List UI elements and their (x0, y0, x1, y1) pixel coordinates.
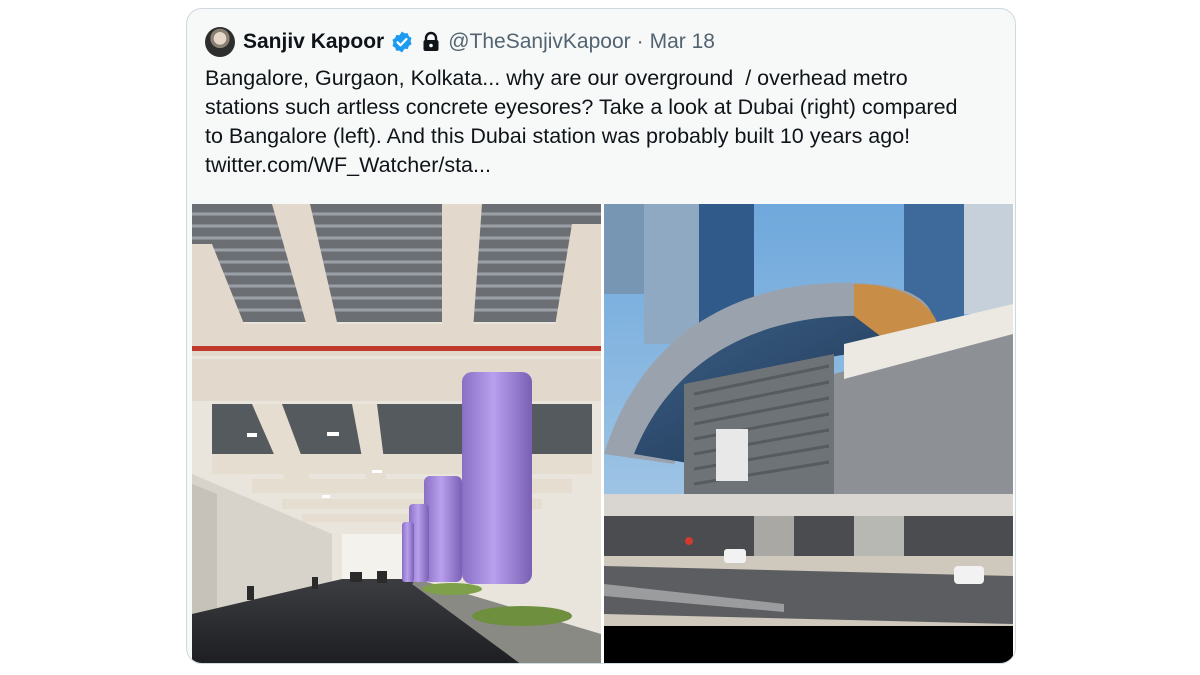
tweet-text-line: Bangalore, Gurgaon, Kolkata... why are o… (205, 66, 908, 90)
tweet-header: Sanjiv Kapoor @TheSanjivKapoor · Mar 18 (205, 27, 715, 57)
quoted-tweet-card[interactable]: Sanjiv Kapoor @TheSanjivKapoor · Mar 18 … (186, 8, 1016, 664)
tweet-media (192, 204, 1014, 663)
tweet-text-line: to Bangalore (left). And this Dubai stat… (205, 124, 911, 148)
tweet-text: Bangalore, Gurgaon, Kolkata... why are o… (205, 64, 1005, 180)
author-name[interactable]: Sanjiv Kapoor (243, 30, 384, 54)
dubai-metro-photo[interactable] (604, 204, 1013, 663)
bangalore-metro-photo[interactable] (192, 204, 601, 663)
author-avatar[interactable] (205, 27, 235, 57)
tweet-text-line: stations such artless concrete eyesores?… (205, 95, 958, 119)
verified-badge-icon (390, 30, 414, 54)
author-handle[interactable]: @TheSanjivKapoor (448, 30, 630, 54)
tweet-link[interactable]: twitter.com/WF_Watcher/sta... (205, 151, 1005, 180)
separator-dot: · (636, 30, 644, 53)
lock-icon (420, 31, 442, 53)
tweet-date[interactable]: Mar 18 (650, 30, 715, 54)
